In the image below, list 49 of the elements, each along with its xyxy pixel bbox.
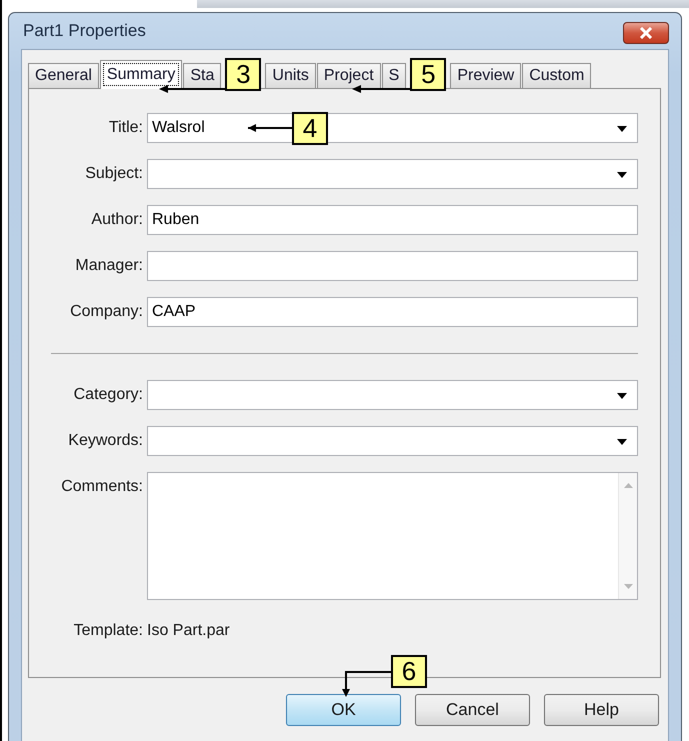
scroll-up-icon (624, 483, 632, 488)
field-label: Title: (108, 119, 143, 137)
caret-icon (617, 393, 627, 399)
caret-icon (617, 439, 627, 445)
tab[interactable]: Project (316, 63, 381, 88)
callout-number: 6 (391, 655, 427, 688)
field-label: Company: (69, 303, 143, 321)
field-label: Author: (90, 211, 143, 229)
close-button[interactable] (623, 22, 669, 44)
field-label: Comments: (60, 477, 143, 496)
input-field[interactable]: CAAP (147, 297, 638, 327)
callout-arrow (248, 124, 292, 132)
input-field[interactable] (147, 251, 638, 281)
dialog-button[interactable]: Help (544, 694, 659, 726)
callout-number: 3 (225, 58, 262, 91)
caret-icon (617, 126, 627, 132)
tab[interactable]: Summary (100, 60, 182, 89)
close-icon (639, 27, 653, 39)
callout-number: 4 (292, 112, 328, 145)
field-label: Keywords: (67, 432, 143, 450)
tab[interactable]: Custom (522, 63, 592, 88)
dropdown-field[interactable] (147, 159, 638, 189)
field-label: Category: (72, 386, 143, 404)
dropdown-field[interactable] (147, 380, 638, 410)
tab[interactable]: General (28, 63, 99, 88)
callout-number: 5 (410, 58, 446, 91)
callout-arrow (342, 671, 391, 697)
field-value: CAAP (152, 303, 196, 321)
field-label: Subject: (84, 165, 143, 183)
tab[interactable]: Sta (183, 63, 222, 88)
scrollbar[interactable] (618, 473, 637, 599)
input-field[interactable]: Ruben (147, 205, 638, 235)
field-value: Ruben (152, 211, 200, 229)
comments-field[interactable] (147, 472, 638, 600)
caret-icon (617, 172, 627, 178)
dropdown-field[interactable] (147, 426, 638, 456)
field-value: Walsrol (152, 119, 205, 137)
callout-arrow (352, 84, 410, 94)
tab[interactable]: Preview (450, 63, 522, 88)
callout-arrow (159, 84, 226, 94)
template-label: Template: (72, 622, 143, 640)
field-label: Manager: (74, 257, 143, 275)
dialog-button[interactable]: Cancel (415, 694, 530, 726)
tab[interactable]: Units (265, 63, 316, 88)
dialog-button[interactable]: OK (286, 694, 401, 726)
template-value: Iso Part.par (147, 622, 230, 640)
tab[interactable]: S (382, 63, 406, 88)
window-title: Part1 Properties (22, 21, 146, 41)
scroll-down-icon (624, 584, 632, 589)
